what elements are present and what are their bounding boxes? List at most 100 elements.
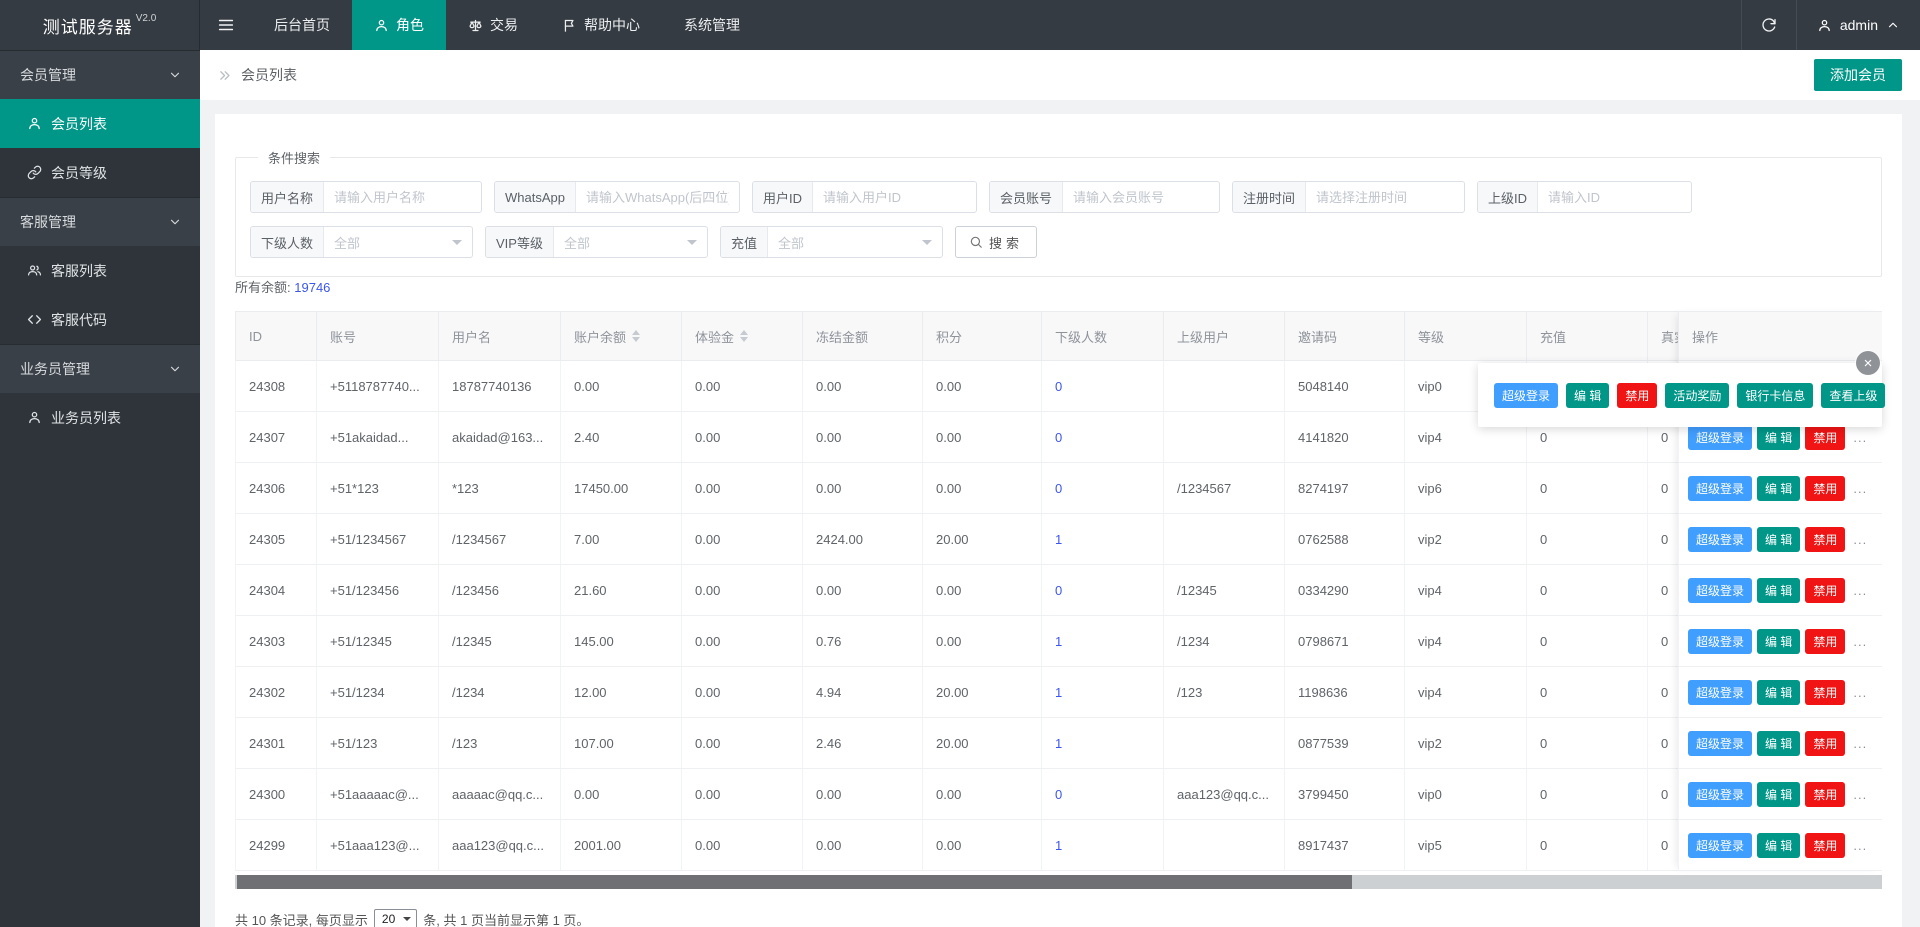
银行卡信息-button[interactable]: 银行卡信息: [1737, 383, 1813, 408]
search-input-3[interactable]: [813, 182, 976, 212]
sidebar-group-2[interactable]: 客服管理: [0, 197, 200, 246]
编 辑-button[interactable]: 编 辑: [1757, 629, 1800, 654]
page-size-select[interactable]: 20: [374, 909, 417, 927]
more-actions-button[interactable]: ...: [1853, 838, 1867, 853]
operation-cell: 超级登录编 辑禁用...: [1678, 463, 1882, 514]
column-header-trial[interactable]: 体验金: [681, 312, 802, 360]
more-actions-button[interactable]: ...: [1853, 583, 1867, 598]
超级登录-button[interactable]: 超级登录: [1688, 629, 1752, 654]
禁用-button[interactable]: 禁用: [1805, 731, 1845, 756]
column-header-recharge: 充值: [1526, 312, 1647, 360]
subordinates-link[interactable]: 1: [1055, 532, 1062, 547]
nav-item-2[interactable]: 角色: [352, 0, 446, 50]
more-actions-button[interactable]: ...: [1853, 532, 1867, 547]
编 辑-button[interactable]: 编 辑: [1757, 833, 1800, 858]
sidebar-group-3[interactable]: 业务员管理: [0, 344, 200, 393]
编 辑-button[interactable]: 编 辑: [1757, 476, 1800, 501]
cell-account: +51/1234: [316, 667, 438, 717]
活动奖励-button[interactable]: 活动奖励: [1665, 383, 1729, 408]
search-input-5[interactable]: [1306, 182, 1464, 212]
禁用-button[interactable]: 禁用: [1805, 782, 1845, 807]
search-input-1[interactable]: [324, 182, 481, 212]
编 辑-button[interactable]: 编 辑: [1757, 425, 1800, 450]
禁用-button[interactable]: 禁用: [1805, 680, 1845, 705]
subordinates-link[interactable]: 1: [1055, 634, 1062, 649]
nav-item-4[interactable]: 帮助中心: [540, 0, 662, 50]
search-input-2[interactable]: [576, 182, 739, 212]
超级登录-button[interactable]: 超级登录: [1494, 383, 1558, 408]
sidebar-item-会员列表[interactable]: 会员列表: [0, 99, 200, 148]
subordinates-link[interactable]: 1: [1055, 838, 1062, 853]
search-input-4[interactable]: [1063, 182, 1219, 212]
search-button[interactable]: 搜索: [955, 226, 1037, 258]
column-header-balance[interactable]: 账户余额: [560, 312, 681, 360]
超级登录-button[interactable]: 超级登录: [1688, 833, 1752, 858]
超级登录-button[interactable]: 超级登录: [1688, 782, 1752, 807]
user-menu[interactable]: admin: [1797, 0, 1920, 50]
sidebar-group-1[interactable]: 会员管理: [0, 50, 200, 99]
search-row-1: 用户名称WhatsApp用户ID会员账号注册时间上级ID: [250, 181, 1867, 213]
超级登录-button[interactable]: 超级登录: [1688, 731, 1752, 756]
编 辑-button[interactable]: 编 辑: [1566, 383, 1609, 408]
cell-id: 24303: [235, 616, 316, 666]
column-header-frozen: 冻结金额: [802, 312, 922, 360]
禁用-button[interactable]: 禁用: [1805, 833, 1845, 858]
scrollbar-thumb[interactable]: [237, 875, 1352, 889]
refresh-button[interactable]: [1741, 0, 1797, 50]
filter-select-1[interactable]: 下级人数全部: [250, 226, 473, 258]
禁用-button[interactable]: 禁用: [1805, 527, 1845, 552]
column-header-label: ID: [249, 329, 262, 344]
more-actions-button[interactable]: ...: [1853, 430, 1867, 445]
sidebar-item-会员等级[interactable]: 会员等级: [0, 148, 200, 197]
close-button[interactable]: ×: [1856, 351, 1880, 375]
menu-toggle-button[interactable]: [200, 0, 252, 50]
禁用-button[interactable]: 禁用: [1617, 383, 1657, 408]
编 辑-button[interactable]: 编 辑: [1757, 731, 1800, 756]
编 辑-button[interactable]: 编 辑: [1757, 680, 1800, 705]
sidebar-item-客服列表[interactable]: 客服列表: [0, 246, 200, 295]
禁用-button[interactable]: 禁用: [1805, 425, 1845, 450]
超级登录-button[interactable]: 超级登录: [1688, 527, 1752, 552]
编 辑-button[interactable]: 编 辑: [1757, 527, 1800, 552]
编 辑-button[interactable]: 编 辑: [1757, 578, 1800, 603]
filter-select-3[interactable]: 充值全部: [720, 226, 943, 258]
sort-icon[interactable]: [740, 330, 748, 342]
subordinates-link[interactable]: 0: [1055, 379, 1062, 394]
超级登录-button[interactable]: 超级登录: [1688, 425, 1752, 450]
超级登录-button[interactable]: 超级登录: [1688, 680, 1752, 705]
编 辑-button[interactable]: 编 辑: [1757, 782, 1800, 807]
nav-item-1[interactable]: 后台首页: [252, 0, 352, 50]
sidebar-item-客服代码[interactable]: 客服代码: [0, 295, 200, 344]
nav-item-3[interactable]: 交易: [446, 0, 540, 50]
add-member-button[interactable]: 添加会员: [1814, 59, 1902, 91]
subordinates-link[interactable]: 1: [1055, 685, 1062, 700]
search-input-6[interactable]: [1538, 182, 1691, 212]
sidebar-item-业务员列表[interactable]: 业务员列表: [0, 393, 200, 442]
subordinates-link[interactable]: 0: [1055, 583, 1062, 598]
nav-item-5[interactable]: 系统管理: [662, 0, 762, 50]
more-actions-button[interactable]: ...: [1853, 787, 1867, 802]
超级登录-button[interactable]: 超级登录: [1688, 578, 1752, 603]
app-version: V2.0: [136, 13, 157, 24]
total-balance-value[interactable]: 19746: [294, 280, 330, 295]
more-actions-button[interactable]: ...: [1853, 685, 1867, 700]
sort-icon[interactable]: [632, 330, 640, 342]
查看上级-button[interactable]: 查看上级: [1821, 383, 1885, 408]
超级登录-button[interactable]: 超级登录: [1688, 476, 1752, 501]
more-actions-button[interactable]: ...: [1853, 481, 1867, 496]
table-row: 24303+51/12345/12345145.000.000.760.001/…: [235, 616, 1882, 667]
search-panel: 条件搜索 用户名称WhatsApp用户ID会员账号注册时间上级ID 下级人数全部…: [235, 148, 1882, 277]
subordinates-link[interactable]: 0: [1055, 430, 1062, 445]
member-table: ID账号用户名账户余额体验金冻结金额积分下级人数上级用户邀请码等级充值真实243…: [235, 311, 1882, 871]
subordinates-link[interactable]: 1: [1055, 736, 1062, 751]
more-actions-button[interactable]: ...: [1853, 634, 1867, 649]
subordinates-link[interactable]: 0: [1055, 481, 1062, 496]
禁用-button[interactable]: 禁用: [1805, 578, 1845, 603]
禁用-button[interactable]: 禁用: [1805, 476, 1845, 501]
more-actions-button[interactable]: ...: [1853, 736, 1867, 751]
filter-select-2[interactable]: VIP等级全部: [485, 226, 708, 258]
column-header-label: 邀请码: [1298, 327, 1337, 346]
horizontal-scrollbar[interactable]: [235, 875, 1882, 889]
禁用-button[interactable]: 禁用: [1805, 629, 1845, 654]
subordinates-link[interactable]: 0: [1055, 787, 1062, 802]
